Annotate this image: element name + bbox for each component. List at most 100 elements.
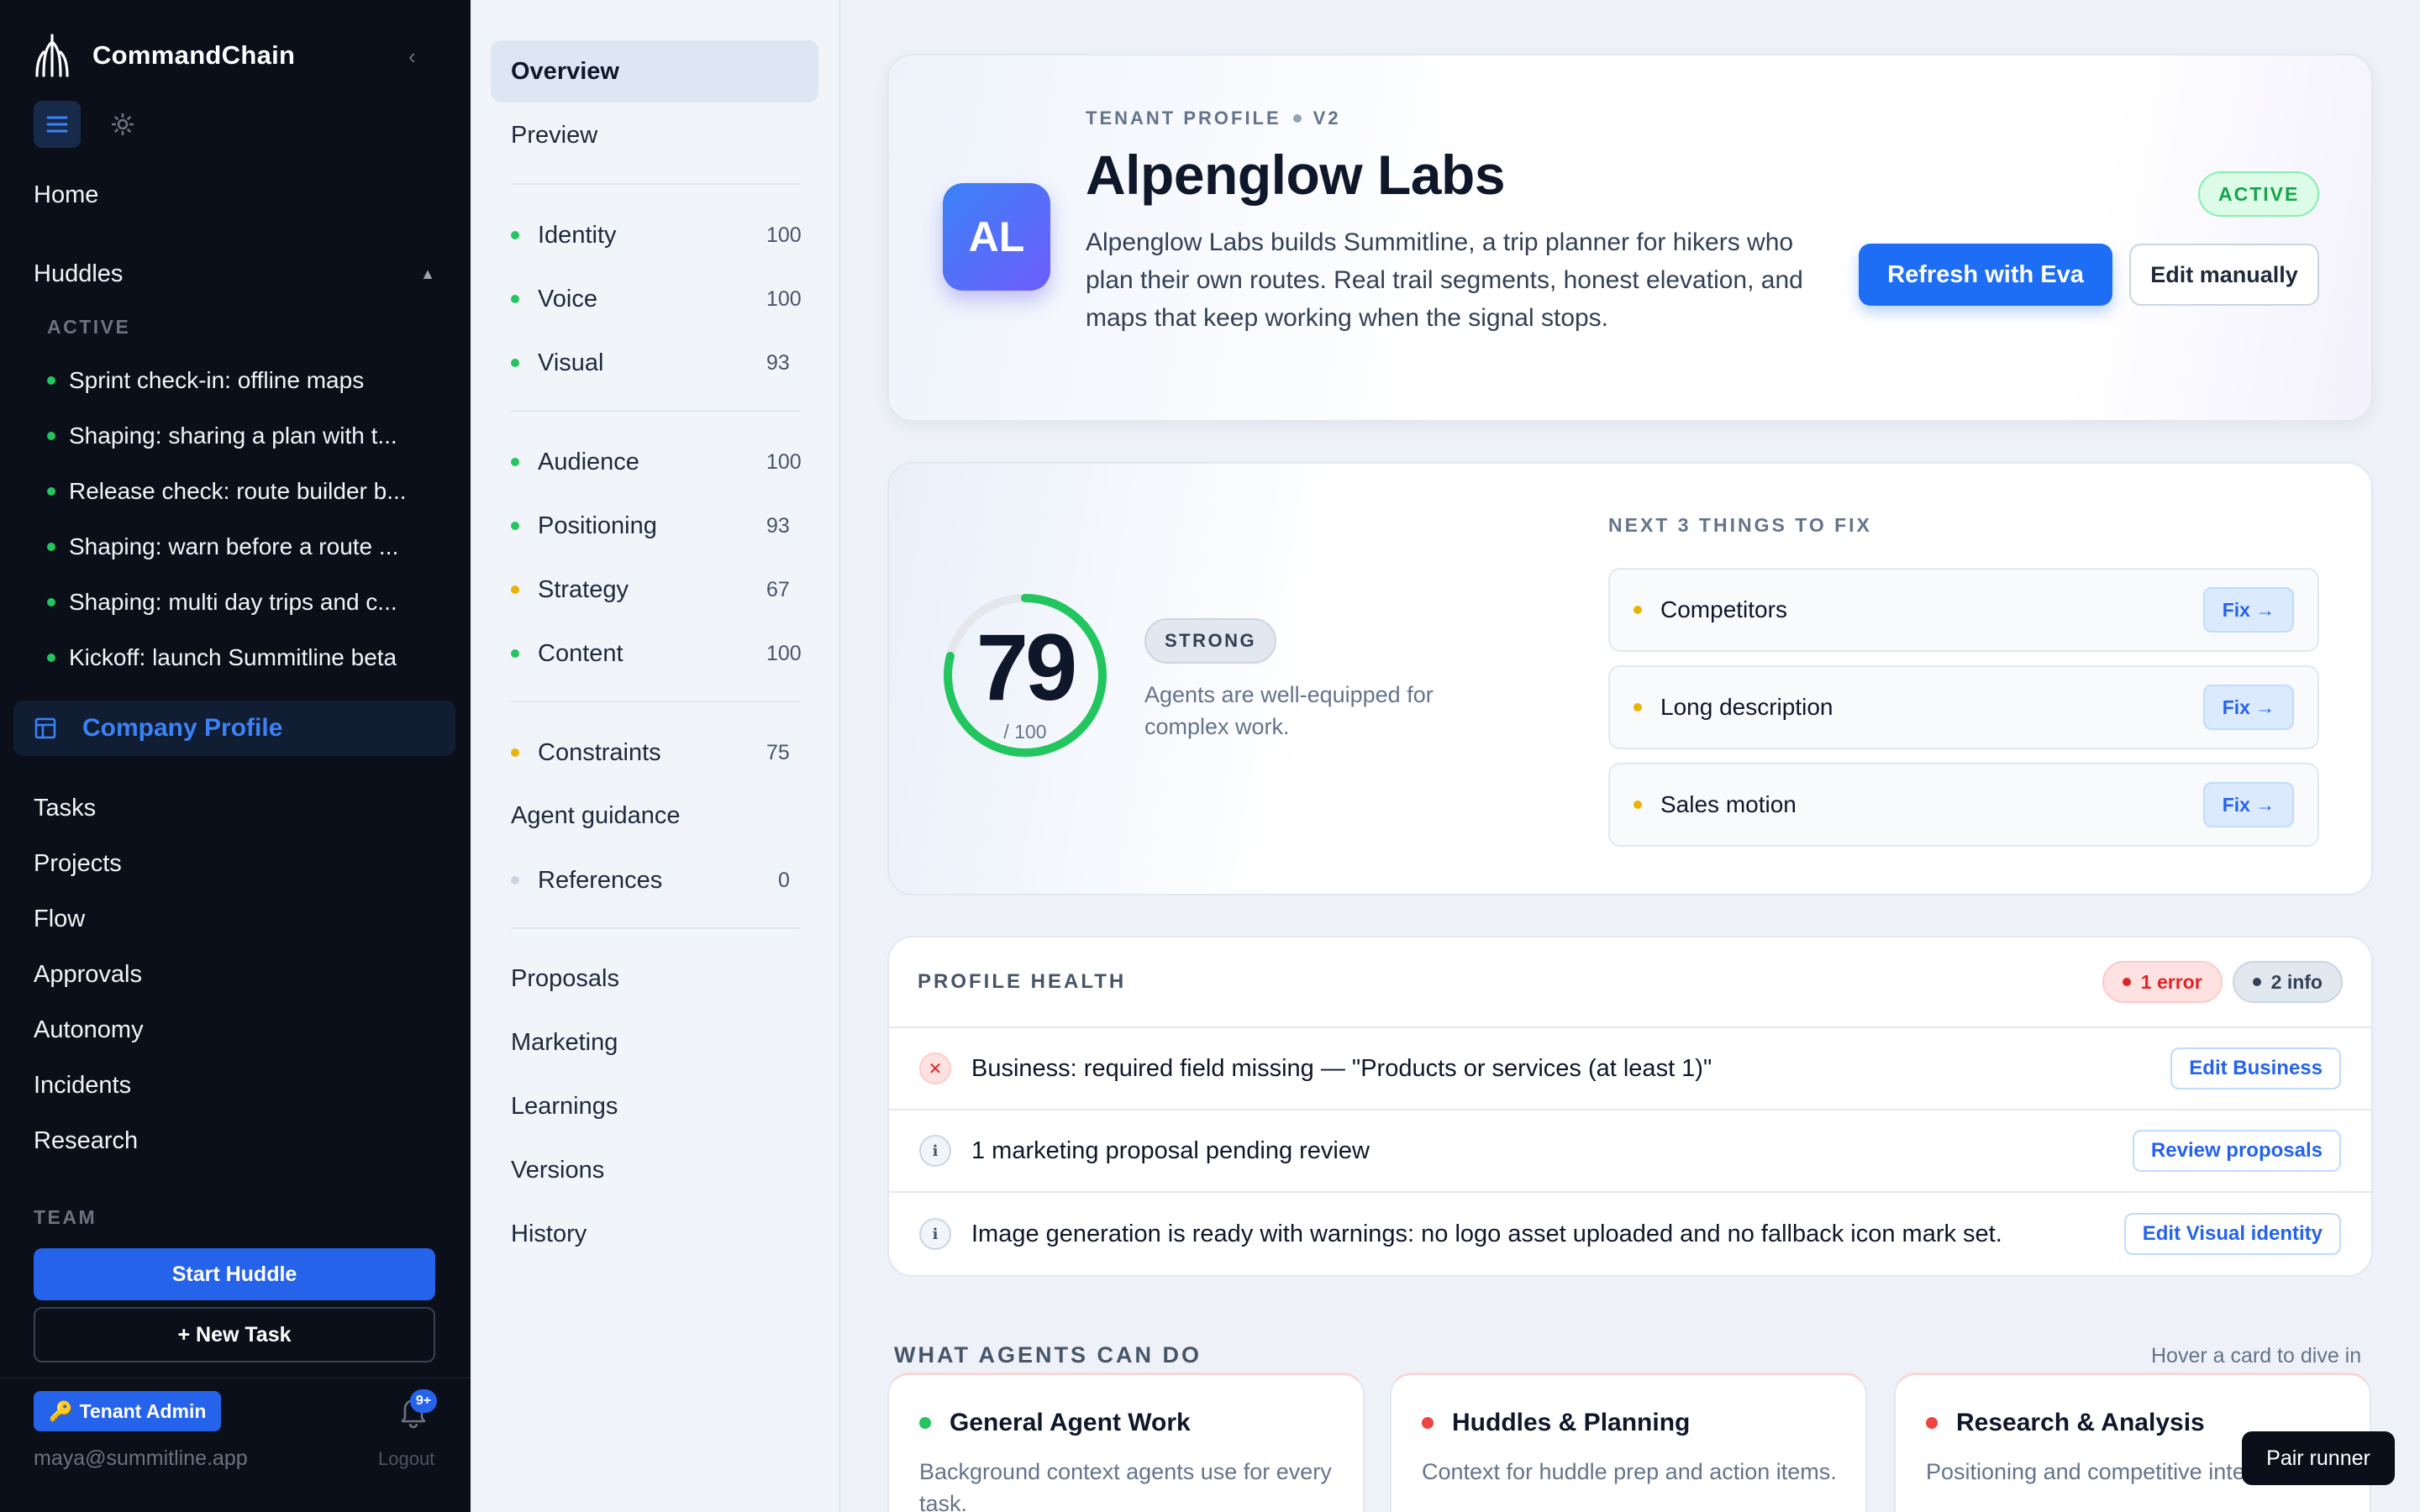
team-label: TEAM: [34, 1206, 97, 1228]
error-icon: ✕: [919, 1053, 951, 1084]
health-row: i Image generation is ready with warning…: [889, 1193, 2371, 1275]
role-badge[interactable]: 🔑 Tenant Admin: [34, 1391, 222, 1431]
subnav-history[interactable]: History: [491, 1203, 818, 1265]
huddle-item[interactable]: Release check: route builder b...: [47, 464, 442, 519]
score-value: 79: [976, 615, 1078, 720]
subnav-agent-guidance[interactable]: Agent guidance: [491, 785, 818, 847]
fix-item-long-description[interactable]: Long description Fix →: [1608, 665, 2319, 749]
sidebar-item-home[interactable]: Home: [34, 181, 98, 209]
health-row: i 1 marketing proposal pending review Re…: [889, 1110, 2371, 1193]
brand-name: CommandChain: [92, 40, 296, 70]
sidebar-item-tasks[interactable]: Tasks: [34, 795, 96, 822]
health-title: PROFILE HEALTH: [918, 970, 1127, 993]
huddle-item[interactable]: Sprint check-in: offline maps: [47, 353, 442, 408]
status-dot: [47, 376, 55, 385]
status-dot: [511, 522, 519, 530]
subnav-marketing[interactable]: Marketing: [491, 1011, 818, 1074]
subnav-learnings[interactable]: Learnings: [491, 1075, 818, 1137]
subnav-versions[interactable]: Versions: [491, 1139, 818, 1201]
sidebar-item-research[interactable]: Research: [34, 1127, 138, 1155]
agent-card-description: Background context agents use for every …: [919, 1459, 1332, 1512]
status-dot: [511, 649, 519, 658]
edit-manually-button[interactable]: Edit manually: [2129, 244, 2319, 306]
divider: [511, 927, 800, 929]
subnav-overview[interactable]: Overview: [491, 40, 818, 102]
logout-link[interactable]: Logout: [378, 1448, 434, 1470]
menu-icon[interactable]: [34, 101, 81, 148]
huddle-item[interactable]: Shaping: warn before a route ...: [47, 519, 442, 575]
collapse-sidebar-icon[interactable]: ‹: [408, 44, 416, 70]
sidebar-tools: [34, 101, 146, 148]
info-count-pill[interactable]: 2 info: [2232, 961, 2343, 1003]
agent-card-description: Context for huddle prep and action items…: [1422, 1459, 1837, 1484]
agents-section-title: WHAT AGENTS CAN DO: [894, 1342, 1202, 1368]
status-dot: [47, 598, 55, 606]
rating-badge: STRONG: [1144, 618, 1277, 664]
agent-card-title: Huddles & Planning: [1452, 1409, 1691, 1436]
warning-dot: [1634, 703, 1642, 711]
health-message: Business: required field missing — "Prod…: [971, 1054, 1712, 1082]
gear-icon[interactable]: [99, 101, 146, 148]
sidebar-item-flow[interactable]: Flow: [34, 906, 85, 933]
agent-card-huddles[interactable]: Huddles & Planning Context for huddle pr…: [1390, 1373, 1867, 1512]
status-dot: [511, 458, 519, 466]
agent-card-title: Research & Analysis: [1956, 1409, 2205, 1436]
sidebar-item-incidents[interactable]: Incidents: [34, 1072, 131, 1100]
brand[interactable]: CommandChain: [34, 34, 295, 77]
status-dot: [47, 654, 55, 662]
fix-button[interactable]: Fix →: [2203, 782, 2294, 827]
sidebar-item-approvals[interactable]: Approvals: [34, 961, 142, 989]
error-count-pill[interactable]: 1 error: [2102, 961, 2223, 1003]
agents-section-hint: Hover a card to dive in: [2151, 1344, 2362, 1368]
huddle-item[interactable]: Kickoff: launch Summitline beta: [47, 630, 442, 685]
key-icon: 🔑: [49, 1399, 73, 1422]
sidebar: CommandChain ‹ Home Huddles ▲ ACTIVE Spr…: [0, 0, 471, 1512]
sidebar-item-huddles[interactable]: Huddles ▲: [34, 260, 435, 288]
warning-dot: [1634, 801, 1642, 809]
subnav-preview[interactable]: Preview: [491, 104, 818, 166]
refresh-with-eva-button[interactable]: Refresh with Eva: [1859, 244, 2112, 306]
status-dot: [47, 543, 55, 551]
start-huddle-button[interactable]: Start Huddle: [34, 1248, 435, 1300]
avatar: AL: [943, 183, 1050, 291]
fix-button[interactable]: Fix →: [2203, 587, 2294, 633]
huddle-list: Sprint check-in: offline maps Shaping: s…: [47, 353, 442, 685]
separator-dot: [1292, 114, 1302, 123]
review-proposals-button[interactable]: Review proposals: [2132, 1130, 2341, 1172]
huddle-item[interactable]: Shaping: multi day trips and c...: [47, 575, 442, 630]
notification-count-badge: 9+: [410, 1389, 437, 1413]
score-max: / 100: [1003, 721, 1047, 743]
new-task-button[interactable]: + New Task: [34, 1307, 435, 1362]
company-description: Alpenglow Labs builds Summitline, a trip…: [1086, 228, 1803, 332]
commandchain-logo-icon: [35, 34, 69, 77]
agent-card-general[interactable]: General Agent Work Background context ag…: [887, 1373, 1365, 1512]
profile-subnav: Overview Preview Identity 100 Voice 100 Vi…: [471, 0, 840, 1512]
health-row: ✕ Business: required field missing — "Pr…: [889, 1028, 2371, 1110]
page-title: Alpenglow Labs: [1086, 144, 1506, 206]
agent-card-title: General Agent Work: [950, 1409, 1191, 1436]
sidebar-item-autonomy[interactable]: Autonomy: [34, 1016, 144, 1044]
edit-business-button[interactable]: Edit Business: [2170, 1047, 2341, 1089]
status-dot: [511, 748, 519, 757]
chevron-up-icon: ▲: [420, 265, 435, 282]
status-dot: [919, 1417, 931, 1429]
next-fixes-title: NEXT 3 THINGS TO FIX: [1608, 514, 1872, 536]
status-badge: ACTIVE: [2198, 171, 2320, 217]
tenant-profile-card: AL TENANT PROFILE V2 Alpenglow Labs Alpe…: [887, 54, 2373, 422]
role-label: Tenant Admin: [79, 1399, 207, 1422]
fix-item-sales-motion[interactable]: Sales motion Fix →: [1608, 763, 2319, 847]
sidebar-item-company-profile[interactable]: Company Profile: [13, 701, 455, 756]
status-dot: [47, 487, 55, 496]
huddle-item[interactable]: Shaping: sharing a plan with t...: [47, 408, 442, 464]
edit-visual-identity-button[interactable]: Edit Visual identity: [2123, 1213, 2341, 1255]
pair-runner-button[interactable]: Pair runner: [2242, 1431, 2395, 1485]
health-header: PROFILE HEALTH 1 error 2 info: [889, 937, 2371, 1028]
fix-item-competitors[interactable]: Competitors Fix →: [1608, 568, 2319, 652]
sidebar-item-projects[interactable]: Projects: [34, 850, 122, 878]
status-dot: [511, 359, 519, 367]
subnav-proposals[interactable]: Proposals: [491, 948, 818, 1010]
warning-dot: [1634, 606, 1642, 614]
divider: [511, 183, 800, 185]
fix-button[interactable]: Fix →: [2203, 685, 2294, 730]
status-dot: [511, 585, 519, 594]
